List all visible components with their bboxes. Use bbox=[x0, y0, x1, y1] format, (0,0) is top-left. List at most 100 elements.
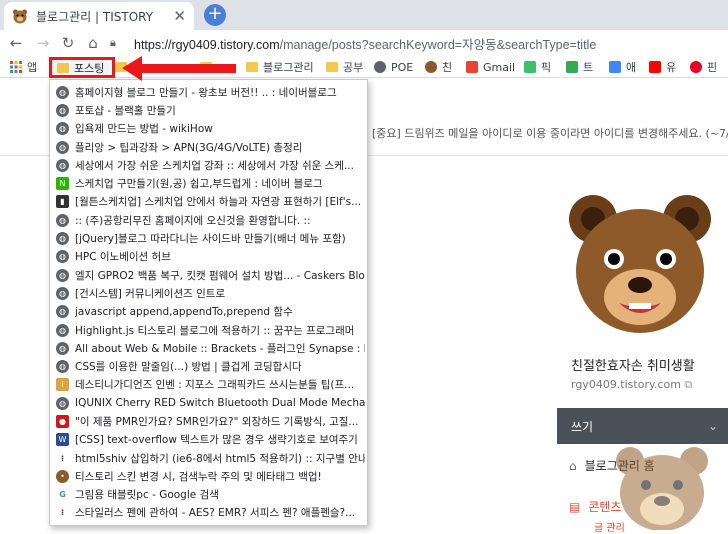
dropdown-bookmark-item[interactable]: ◍ 플리앙 > 팁과강좌 > APN(3G/4G/VoLTE) 총정리 bbox=[50, 138, 367, 156]
dropdown-bookmark-item[interactable]: i 데스티니가디언즈 인벤 : 지포스 그래픽카드 쓰시는분들 팁(프... bbox=[50, 376, 367, 394]
dropdown-bookmark-item[interactable]: ◍:: (주)공항리무진 홈페이지에 오신것을 환영합니다. :: bbox=[50, 211, 367, 229]
tab-strip: 블로그관리 | TISTORY ✕ + bbox=[0, 0, 728, 30]
home-icon: ⌂ bbox=[569, 458, 577, 473]
doc-icon: ▮ bbox=[56, 195, 69, 209]
profile-bear-image bbox=[569, 195, 711, 333]
youtube-icon bbox=[649, 61, 661, 73]
reload-icon[interactable]: ↻ bbox=[58, 33, 78, 53]
bear-icon: • bbox=[56, 469, 69, 483]
dropdown-bookmark-item[interactable]: ◍ HPC 이노베이션 허브 bbox=[50, 248, 367, 266]
chevron-down-icon[interactable]: ⌄ bbox=[708, 419, 718, 433]
bookmark-analytics[interactable]: 애 bbox=[609, 59, 636, 75]
bookmark-folder-posting[interactable]: 포스팅 bbox=[49, 57, 115, 78]
bookmark-folder-dropdown: ◍ 홈페이지형 블로그 만들기 - 왕초보 버전!! .. : 네이버블로그 ◍ 포토… bbox=[49, 79, 368, 526]
bookmark-label: 친 bbox=[442, 61, 453, 74]
dropdown-bookmark-item[interactable]: ⁝ 스타일러스 펜에 관하여 - AES? EMR? 서피스 펜? 애플펜슬?..… bbox=[50, 504, 367, 522]
bear-favicon-icon bbox=[13, 9, 27, 24]
globe-icon: ◍ bbox=[56, 286, 69, 300]
dropdown-item-label: html5shiv 삽입하기 (ie6-8에서 html5 적용하기) :: 지… bbox=[75, 452, 365, 465]
dropdown-item-label: 티스토리 스킨 변경 시, 검색누락 주의 및 메타태그 백업! bbox=[75, 470, 322, 483]
dropdown-bookmark-item[interactable]: ◍ IQUNIX Cherry RED Switch Bluetooth Dual… bbox=[50, 394, 367, 412]
dropdown-bookmark-item[interactable]: ◍ 입욕제 만드는 방법 - wikiHow bbox=[50, 120, 367, 138]
dropdown-bookmark-item[interactable]: N 스케치업 구만들기(원,공) 쉽고,부드럽게 : 네이버 블로그 bbox=[50, 174, 367, 192]
globe-icon: ◍ bbox=[56, 341, 69, 355]
dropdown-bookmark-item[interactable]: ◍ 세상에서 가장 쉬운 스케치업 강좌 :: 세상에서 가장 쉬운 스케... bbox=[50, 156, 367, 174]
blog-url[interactable]: rgy0409.tistory.com ⧉ bbox=[571, 378, 692, 392]
bookmark-study[interactable]: 공부 bbox=[326, 59, 363, 75]
dropdown-item-label: 입욕제 만드는 방법 - wikiHow bbox=[75, 123, 213, 136]
dropdown-bookmark-item[interactable]: ◍ CSS를 이용한 말줄임(...) 방법 | 클겁게 코딩합시다 bbox=[50, 357, 367, 375]
dropdown-bookmark-item[interactable]: ◍ 홈페이지형 블로그 만들기 - 왕초보 버전!! .. : 네이버블로그 bbox=[50, 83, 367, 101]
wf-icon: W bbox=[56, 433, 69, 447]
dropdown-item-label: :: (주)공항리무진 홈페이지에 오신것을 환영합니다. :: bbox=[75, 214, 311, 227]
folder-icon bbox=[246, 62, 258, 72]
globe-icon: ◍ bbox=[56, 360, 69, 374]
dropdown-bookmark-item[interactable]: G 그림용 태블릿pc - Google 검색 bbox=[50, 486, 367, 504]
url-text: https://rgy0409.tistory.com/manage/posts… bbox=[134, 37, 597, 52]
px-icon bbox=[524, 61, 536, 73]
dropdown-item-label: [월튼스케치업] 스케치업 안에서 하늘과 자연광 표현하기 [Elf's... bbox=[75, 196, 362, 209]
globe-icon: ◍ bbox=[56, 85, 69, 99]
dropdown-item-label: Highlight.js 티스토리 블로그에 적용하기 :: 꿈꾸는 프로그래머 bbox=[75, 324, 355, 337]
dropdown-item-label: 세상에서 가장 쉬운 스케치업 강좌 :: 세상에서 가장 쉬운 스케... bbox=[75, 159, 354, 172]
trend-icon bbox=[566, 61, 578, 73]
dropdown-bookmark-item[interactable]: ▮ [월튼스케치업] 스케치업 안에서 하늘과 자연광 표현하기 [Elf's..… bbox=[50, 193, 367, 211]
dropdown-bookmark-item[interactable]: ● "이 제품 PMR인가요? SMR인가요?" 외장하드 기록방식, 고질... bbox=[50, 412, 367, 430]
bookmark-gmail[interactable]: Gmail bbox=[466, 59, 515, 75]
notice-banner[interactable]: [중요] 드림위즈 메일을 아이디로 이용 중이라면 아이디를 변경해주세요. … bbox=[372, 125, 728, 141]
bookmark-apps[interactable]: 앱 bbox=[10, 59, 37, 75]
dropdown-bookmark-item[interactable]: ◍ [jQuery]블로그 따라다니는 사이드바 만들기(배너 메뉴 포함) bbox=[50, 229, 367, 247]
dropdown-item-label: 데스티니가디언즈 인벤 : 지포스 그래픽카드 쓰시는분들 팁(프... bbox=[75, 379, 355, 392]
inven-icon: i bbox=[56, 378, 69, 392]
bookmark-youtube[interactable]: 유 bbox=[649, 59, 676, 75]
forward-arrow-icon[interactable]: → bbox=[33, 33, 53, 53]
dropdown-item-label: javascript append,appendTo,prepend 함수 bbox=[75, 306, 293, 319]
write-button[interactable]: 쓰기 ⌄ bbox=[557, 408, 728, 444]
dropdown-bookmark-item[interactable]: ◍ [건시스템] 커뮤니케이션즈 인트로 bbox=[50, 284, 367, 302]
browser-tab[interactable]: 블로그관리 | TISTORY ✕ bbox=[4, 2, 194, 30]
browser-toolbar: ← → ↻ ⌂ 🔒︎ https://rgy0409.tistory.com/m… bbox=[0, 30, 728, 56]
bookmark-label: 핀 bbox=[707, 61, 718, 74]
dropdown-bookmark-item[interactable]: ◍ javascript append,appendTo,prepend 함수 bbox=[50, 303, 367, 321]
dropdown-item-label: All about Web & Mobile :: Brackets - 플러그… bbox=[75, 342, 365, 355]
google-icon: G bbox=[56, 488, 69, 502]
dropdown-bookmark-item[interactable]: • 티스토리 스킨 변경 시, 검색누락 주의 및 메타태그 백업! bbox=[50, 467, 367, 485]
globe-icon: ◍ bbox=[56, 122, 69, 136]
document-icon: ▤ bbox=[569, 499, 581, 514]
address-bar[interactable]: 🔒︎ https://rgy0409.tistory.com/manage/po… bbox=[110, 32, 728, 54]
bookmark-friend[interactable]: 친 bbox=[425, 59, 452, 75]
globe-icon: ◍ bbox=[56, 323, 69, 337]
dropdown-bookmark-item[interactable]: ◍ 엘지 GPRO2 백품 복구, 킷캣 펌웨어 설치 방법... - Caske… bbox=[50, 266, 367, 284]
globe-icon bbox=[374, 61, 386, 73]
dropdown-bookmark-item[interactable]: ◍ All about Web & Mobile :: Brackets - 플러… bbox=[50, 339, 367, 357]
bookmark-blog-manage[interactable]: 블로그관리 bbox=[246, 59, 314, 75]
dropdown-item-label: CSS를 이용한 말줄임(...) 방법 | 클겁게 코딩합시다 bbox=[75, 361, 302, 374]
dropdown-item-label: 그림용 태블릿pc - Google 검색 bbox=[75, 489, 219, 502]
globe-icon: ◍ bbox=[56, 140, 69, 154]
close-tab-icon[interactable]: ✕ bbox=[173, 7, 186, 25]
bookmark-poe[interactable]: POE bbox=[374, 59, 413, 75]
bookmark-pick[interactable]: 픽 bbox=[524, 59, 551, 75]
dropdown-item-label: 홈페이지형 블로그 만들기 - 왕초보 버전!! .. : 네이버블로그 bbox=[75, 86, 337, 99]
globe-icon: ◍ bbox=[56, 250, 69, 264]
new-tab-button[interactable]: + bbox=[204, 4, 226, 26]
bookmark-pinterest[interactable]: 핀 bbox=[690, 59, 717, 75]
dropdown-item-label: [jQuery]블로그 따라다니는 사이드바 만들기(배너 메뉴 포함) bbox=[75, 233, 346, 246]
news-icon: ● bbox=[56, 414, 69, 428]
dropdown-bookmark-item[interactable]: W [CSS] text-overflow 텍스트가 많은 경우 생략기호로 보여… bbox=[50, 431, 367, 449]
apps-grid-icon bbox=[10, 61, 22, 73]
back-arrow-icon[interactable]: ← bbox=[6, 33, 26, 53]
dropdown-bookmark-item[interactable]: ⁝ html5shiv 삽입하기 (ie6-8에서 html5 적용하기) :: … bbox=[50, 449, 367, 467]
bookmark-label: 유 bbox=[666, 61, 677, 74]
dropdown-item-label: 플리앙 > 팁과강좌 > APN(3G/4G/VoLTE) 총정리 bbox=[75, 141, 303, 154]
write-label: 쓰기 bbox=[571, 419, 594, 434]
bookmark-label: 공부 bbox=[343, 61, 364, 74]
home-icon[interactable]: ⌂ bbox=[83, 33, 103, 53]
blog-name: 친절한효자손 취미생활 bbox=[571, 359, 695, 374]
dropdown-bookmark-item[interactable]: ◍ Highlight.js 티스토리 블로그에 적용하기 :: 꿈꾸는 프로그래… bbox=[50, 321, 367, 339]
dropdown-item-label: [CSS] text-overflow 텍스트가 많은 경우 생략기호로 보여주… bbox=[75, 434, 358, 447]
dropdown-item-label: 스타일러스 펜에 관하여 - AES? EMR? 서피스 펜? 애플펜슬?... bbox=[75, 507, 356, 520]
dropdown-bookmark-item[interactable]: ◍ 포토샵 - 블랙홀 만들기 bbox=[50, 101, 367, 119]
globe-icon: ◍ bbox=[56, 213, 69, 227]
bookmark-trend[interactable]: 트 bbox=[566, 59, 593, 75]
